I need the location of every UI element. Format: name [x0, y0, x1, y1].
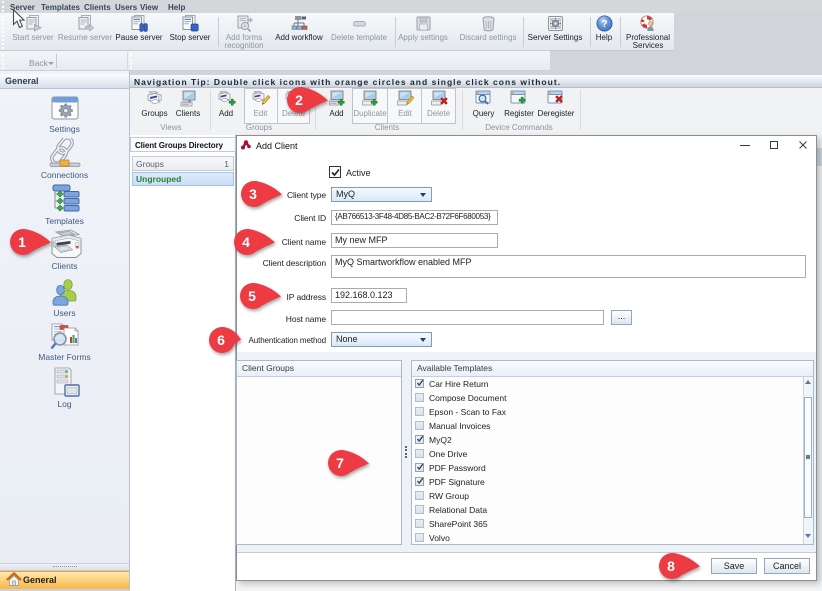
svg-text:6: 6: [217, 332, 225, 348]
svg-text:4: 4: [242, 234, 250, 250]
svg-text:8: 8: [667, 558, 675, 574]
svg-text:2: 2: [295, 92, 303, 108]
svg-text:1: 1: [18, 234, 26, 250]
svg-text:?: ?: [601, 19, 607, 30]
svg-text:7: 7: [336, 455, 344, 471]
svg-text:3: 3: [249, 186, 257, 202]
svg-text:5: 5: [248, 288, 256, 304]
